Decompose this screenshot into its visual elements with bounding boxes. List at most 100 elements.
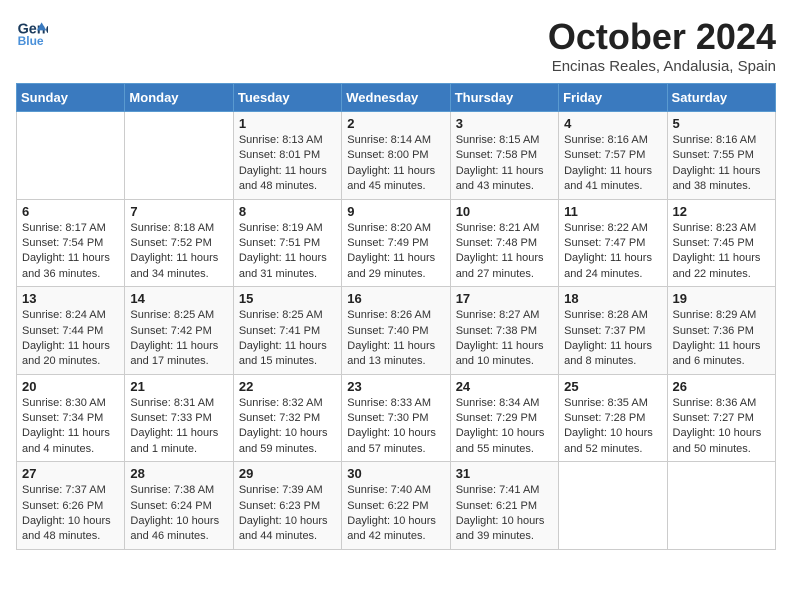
- cell-content: Sunrise: 8:30 AM Sunset: 7:34 PM Dayligh…: [22, 396, 119, 458]
- cell-content: Sunrise: 8:19 AM Sunset: 7:51 PM Dayligh…: [239, 221, 336, 283]
- day-number: 30: [347, 466, 444, 481]
- cell-content: Sunrise: 7:40 AM Sunset: 6:22 PM Dayligh…: [347, 483, 444, 545]
- calendar-cell: 15 Sunrise: 8:25 AM Sunset: 7:41 PM Dayli…: [233, 287, 341, 375]
- calendar-cell: 26 Sunrise: 8:36 AM Sunset: 7:27 PM Dayli…: [667, 374, 775, 462]
- calendar-cell: 17Sunrise: 8:27 AM Sunset: 7:38 PM Dayli…: [450, 287, 558, 375]
- day-number: 10: [456, 204, 553, 219]
- calendar-cell: 13 Sunrise: 8:24 AM Sunset: 7:44 PM Dayli…: [17, 287, 125, 375]
- day-number: 22: [239, 379, 336, 394]
- day-header-sunday: Sunday: [17, 84, 125, 112]
- calendar-cell: 18 Sunrise: 8:28 AM Sunset: 7:37 PM Dayli…: [559, 287, 667, 375]
- logo-icon: General Blue: [16, 16, 48, 48]
- calendar-header-row: SundayMondayTuesdayWednesdayThursdayFrid…: [17, 84, 776, 112]
- day-number: 14: [130, 291, 227, 306]
- cell-content: Sunrise: 7:39 AM Sunset: 6:23 PM Dayligh…: [239, 483, 336, 545]
- day-number: 20: [22, 379, 119, 394]
- cell-content: Sunrise: 8:20 AM Sunset: 7:49 PM Dayligh…: [347, 221, 444, 283]
- day-number: 7: [130, 204, 227, 219]
- calendar-cell: 31Sunrise: 7:41 AM Sunset: 6:21 PM Dayli…: [450, 462, 558, 550]
- calendar-cell: [667, 462, 775, 550]
- location-title: Encinas Reales, Andalusia, Spain: [548, 58, 776, 75]
- day-number: 29: [239, 466, 336, 481]
- cell-content: Sunrise: 8:17 AM Sunset: 7:54 PM Dayligh…: [22, 221, 119, 283]
- calendar-cell: 29 Sunrise: 7:39 AM Sunset: 6:23 PM Dayli…: [233, 462, 341, 550]
- day-number: 9: [347, 204, 444, 219]
- cell-content: Sunrise: 8:35 AM Sunset: 7:28 PM Dayligh…: [564, 396, 661, 458]
- title-block: October 2024 Encinas Reales, Andalusia, …: [548, 16, 776, 75]
- calendar-cell: 30 Sunrise: 7:40 AM Sunset: 6:22 PM Dayli…: [342, 462, 450, 550]
- cell-content: Sunrise: 7:38 AM Sunset: 6:24 PM Dayligh…: [130, 483, 227, 545]
- calendar-cell: 19Sunrise: 8:29 AM Sunset: 7:36 PM Dayli…: [667, 287, 775, 375]
- cell-content: Sunrise: 8:13 AM Sunset: 8:01 PM Dayligh…: [239, 133, 336, 195]
- cell-content: Sunrise: 8:26 AM Sunset: 7:40 PM Dayligh…: [347, 308, 444, 370]
- cell-content: Sunrise: 8:31 AM Sunset: 7:33 PM Dayligh…: [130, 396, 227, 458]
- calendar-cell: 3 Sunrise: 8:15 AM Sunset: 7:58 PM Daylig…: [450, 112, 558, 200]
- calendar-cell: 7 Sunrise: 8:18 AM Sunset: 7:52 PM Daylig…: [125, 199, 233, 287]
- cell-content: Sunrise: 7:37 AM Sunset: 6:26 PM Dayligh…: [22, 483, 119, 545]
- day-header-monday: Monday: [125, 84, 233, 112]
- calendar-cell: 25 Sunrise: 8:35 AM Sunset: 7:28 PM Dayli…: [559, 374, 667, 462]
- day-header-friday: Friday: [559, 84, 667, 112]
- day-number: 5: [673, 116, 770, 131]
- calendar-cell: 16 Sunrise: 8:26 AM Sunset: 7:40 PM Dayli…: [342, 287, 450, 375]
- day-header-saturday: Saturday: [667, 84, 775, 112]
- cell-content: Sunrise: 8:25 AM Sunset: 7:41 PM Dayligh…: [239, 308, 336, 370]
- calendar-cell: 27 Sunrise: 7:37 AM Sunset: 6:26 PM Dayli…: [17, 462, 125, 550]
- cell-content: Sunrise: 8:22 AM Sunset: 7:47 PM Dayligh…: [564, 221, 661, 283]
- calendar-cell: 28 Sunrise: 7:38 AM Sunset: 6:24 PM Dayli…: [125, 462, 233, 550]
- day-number: 31: [456, 466, 553, 481]
- day-number: 15: [239, 291, 336, 306]
- day-number: 6: [22, 204, 119, 219]
- calendar-body: 1 Sunrise: 8:13 AM Sunset: 8:01 PM Daylig…: [17, 112, 776, 550]
- page-header: General Blue October 2024 Encinas Reales…: [16, 16, 776, 75]
- calendar-cell: 23 Sunrise: 8:33 AM Sunset: 7:30 PM Dayli…: [342, 374, 450, 462]
- day-number: 24: [456, 379, 553, 394]
- day-number: 8: [239, 204, 336, 219]
- day-number: 11: [564, 204, 661, 219]
- cell-content: Sunrise: 8:14 AM Sunset: 8:00 PM Dayligh…: [347, 133, 444, 195]
- cell-content: Sunrise: 8:33 AM Sunset: 7:30 PM Dayligh…: [347, 396, 444, 458]
- day-number: 16: [347, 291, 444, 306]
- day-number: 25: [564, 379, 661, 394]
- calendar-cell: 2 Sunrise: 8:14 AM Sunset: 8:00 PM Daylig…: [342, 112, 450, 200]
- cell-content: Sunrise: 8:21 AM Sunset: 7:48 PM Dayligh…: [456, 221, 553, 283]
- calendar-week-2: 6 Sunrise: 8:17 AM Sunset: 7:54 PM Daylig…: [17, 199, 776, 287]
- calendar-cell: 24 Sunrise: 8:34 AM Sunset: 7:29 PM Dayli…: [450, 374, 558, 462]
- day-header-tuesday: Tuesday: [233, 84, 341, 112]
- cell-content: Sunrise: 8:25 AM Sunset: 7:42 PM Dayligh…: [130, 308, 227, 370]
- day-number: 26: [673, 379, 770, 394]
- cell-content: Sunrise: 8:24 AM Sunset: 7:44 PM Dayligh…: [22, 308, 119, 370]
- day-number: 27: [22, 466, 119, 481]
- calendar-week-5: 27 Sunrise: 7:37 AM Sunset: 6:26 PM Dayli…: [17, 462, 776, 550]
- calendar-cell: [17, 112, 125, 200]
- day-number: 18: [564, 291, 661, 306]
- calendar-cell: [125, 112, 233, 200]
- calendar-cell: 9 Sunrise: 8:20 AM Sunset: 7:49 PM Daylig…: [342, 199, 450, 287]
- day-number: 17: [456, 291, 553, 306]
- day-number: 2: [347, 116, 444, 131]
- cell-content: Sunrise: 8:28 AM Sunset: 7:37 PM Dayligh…: [564, 308, 661, 370]
- day-number: 23: [347, 379, 444, 394]
- day-number: 12: [673, 204, 770, 219]
- day-number: 4: [564, 116, 661, 131]
- calendar-cell: [559, 462, 667, 550]
- calendar-cell: 12 Sunrise: 8:23 AM Sunset: 7:45 PM Dayli…: [667, 199, 775, 287]
- day-number: 3: [456, 116, 553, 131]
- calendar-cell: 10 Sunrise: 8:21 AM Sunset: 7:48 PM Dayli…: [450, 199, 558, 287]
- cell-content: Sunrise: 8:18 AM Sunset: 7:52 PM Dayligh…: [130, 221, 227, 283]
- cell-content: Sunrise: 8:23 AM Sunset: 7:45 PM Dayligh…: [673, 221, 770, 283]
- cell-content: Sunrise: 8:34 AM Sunset: 7:29 PM Dayligh…: [456, 396, 553, 458]
- calendar-cell: 8 Sunrise: 8:19 AM Sunset: 7:51 PM Daylig…: [233, 199, 341, 287]
- month-title: October 2024: [548, 16, 776, 58]
- day-number: 1: [239, 116, 336, 131]
- calendar-table: SundayMondayTuesdayWednesdayThursdayFrid…: [16, 83, 776, 550]
- cell-content: Sunrise: 8:16 AM Sunset: 7:57 PM Dayligh…: [564, 133, 661, 195]
- cell-content: Sunrise: 8:16 AM Sunset: 7:55 PM Dayligh…: [673, 133, 770, 195]
- day-number: 28: [130, 466, 227, 481]
- day-number: 13: [22, 291, 119, 306]
- cell-content: Sunrise: 8:15 AM Sunset: 7:58 PM Dayligh…: [456, 133, 553, 195]
- calendar-cell: 6 Sunrise: 8:17 AM Sunset: 7:54 PM Daylig…: [17, 199, 125, 287]
- cell-content: Sunrise: 8:36 AM Sunset: 7:27 PM Dayligh…: [673, 396, 770, 458]
- day-number: 19: [673, 291, 770, 306]
- calendar-cell: 21Sunrise: 8:31 AM Sunset: 7:33 PM Dayli…: [125, 374, 233, 462]
